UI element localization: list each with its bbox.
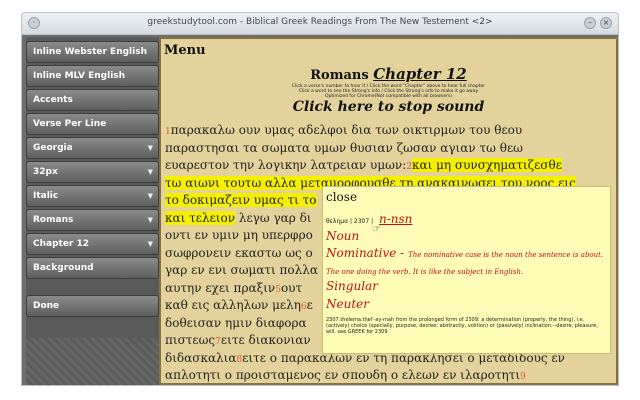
dropdown-arrow-icon: ▼ [147, 240, 153, 248]
greek-text[interactable]: δοθεισαν ημιν διαφορα [165, 316, 307, 330]
sidebar-button-accents[interactable]: Accents [26, 89, 159, 111]
stop-sound-link[interactable]: Click here to stop sound [161, 99, 616, 115]
sidebar-button-label: Done [33, 301, 60, 311]
dropdown-arrow-icon: ▼ [147, 144, 153, 152]
popup-gender: Neuter [326, 297, 369, 311]
book-name: Romans [310, 68, 369, 83]
sidebar-button-background[interactable]: Background [26, 257, 159, 279]
verse-line[interactable]: γαρ εν ενι σωματι πολλα [165, 263, 318, 277]
sidebar-background-texture [26, 338, 159, 385]
greek-text[interactable]: απλοτητι ο προισταμενος εν σπουδη ο ελεω… [165, 368, 520, 382]
greek-text[interactable]: ευαρεστον την λογικην λατρειαν υμων: [165, 158, 406, 172]
greek-text[interactable]: διδασκαλια [165, 351, 236, 365]
highlighted-text[interactable]: το δοκιμαζειν υμας τι το [165, 193, 317, 207]
sidebar: Inline Webster English Inline MLV English… [26, 37, 159, 385]
popup-word: θελημα [326, 218, 349, 225]
sidebar-button-chapter-12[interactable]: Chapter 12 ▼ [26, 233, 159, 255]
greek-text[interactable]: παραστησαι τα σωματα υμων θυσιαν ζωσαν α… [165, 141, 523, 155]
verse-number[interactable]: 9 [520, 372, 526, 382]
sidebar-button-label: Chapter 12 [33, 239, 90, 249]
verse-line[interactable]: απλοτητι ο προισταμενος εν σπουδη ο ελεω… [165, 368, 526, 382]
popup-case: Nominative - [326, 246, 409, 260]
sidebar-button-label: Romans [33, 215, 74, 225]
close-icon[interactable]: × [600, 17, 612, 29]
verse-line[interactable]: οντι εν υμιν μη υπερφρο [165, 228, 313, 242]
popup-definition: 2307.thelema.thel'-ay-mah from the prolo… [326, 317, 598, 335]
sidebar-button-romans[interactable]: Romans ▼ [26, 209, 159, 231]
strongs-popup[interactable]: close θελημα | 2307 | n-nsn Noun Nominat… [322, 186, 611, 354]
dropdown-arrow-icon: ▼ [147, 216, 153, 224]
verse-line[interactable]: αυτην εχει πραξιν5ουτ [165, 281, 302, 295]
window-title: greekstudytool.com - Biblical Greek Read… [147, 17, 493, 27]
greek-text[interactable]: ειτε διακονιαν [221, 333, 311, 347]
verse-line[interactable]: και τελειον λεγω γαρ δι [165, 210, 312, 225]
greek-text[interactable]: πιστεως [165, 333, 215, 347]
popup-parse: n-nsn [379, 212, 413, 226]
popup-case-block: Nominative - The nominative case is the … [326, 245, 606, 279]
sidebar-button-label: Verse Per Line [33, 119, 107, 129]
greek-text[interactable]: καθ εις αλληλων μελη [165, 298, 301, 312]
popup-strongs: 2307 [353, 218, 370, 225]
chapter-link[interactable]: Chapter 12 [373, 65, 467, 83]
dropdown-arrow-icon: ▼ [147, 168, 153, 176]
title-bar: · greekstudytool.com - Biblical Greek Re… [21, 12, 619, 34]
verse-line[interactable]: καθ εις αλληλων μελη6ε [165, 298, 313, 312]
popup-close[interactable]: close [326, 190, 357, 204]
greek-text[interactable]: ε [307, 298, 313, 312]
highlighted-text[interactable]: και μη συνσχηματιζεσθε [411, 158, 562, 172]
popup-pos: Noun [326, 229, 360, 243]
sidebar-button-inline-mlv-english[interactable]: Inline MLV English [26, 65, 159, 87]
popup-number: Singular [326, 279, 378, 293]
verse-line[interactable]: 1παρακαλω ουν υμας αδελφοι δια των οικτι… [165, 123, 522, 137]
sidebar-button-label: Georgia [33, 143, 73, 153]
sidebar-button-label: 32px [33, 167, 58, 177]
instructions: Click a verse's number to hear it / Clic… [161, 84, 616, 99]
verse-line[interactable]: πιστεως7ειτε διακονιαν [165, 333, 311, 347]
verse-line[interactable]: παραστησαι τα σωματα υμων θυσιαν ζωσαν α… [165, 141, 523, 155]
word-info: θελημα | 2307 | n-nsn [326, 212, 413, 226]
sidebar-button-label: Inline MLV English [33, 71, 126, 81]
greek-text[interactable]: λεγω γαρ δι [235, 211, 312, 225]
greek-text[interactable]: γαρ εν ενι σωματι πολλα [165, 263, 318, 277]
menu-label[interactable]: Menu [164, 43, 206, 58]
sidebar-button-verse-per-line[interactable]: Verse Per Line [26, 113, 159, 135]
sidebar-button-label: Background [33, 263, 94, 273]
greek-text[interactable]: παρακαλω ουν υμας αδελφοι δια των οικτιρ… [171, 123, 522, 137]
sidebar-button-italic[interactable]: Italic ▼ [26, 185, 159, 207]
sidebar-button-done[interactable]: Done [26, 295, 159, 317]
page-title: Romans Chapter 12 [161, 65, 616, 83]
minimize-icon[interactable]: – [584, 17, 596, 29]
verse-line[interactable]: το δοκιμαζειν υμας τι το [165, 193, 317, 207]
verse-line[interactable]: σωφρονειν εκαστω ως ο [165, 246, 313, 260]
greek-text[interactable]: αυτην εχει πραξιν [165, 281, 275, 295]
greek-text[interactable]: σωφρονειν εκαστω ως ο [165, 246, 313, 260]
sidebar-button-32px[interactable]: 32px ▼ [26, 161, 159, 183]
mouse-cursor-icon: ☞ [372, 224, 381, 235]
sidebar-button-georgia[interactable]: Georgia ▼ [26, 137, 159, 159]
sidebar-button-label: Inline Webster English [33, 47, 147, 57]
verse-line[interactable]: δοθεισαν ημιν διαφορα [165, 316, 307, 330]
highlighted-text[interactable]: και τελειον [165, 210, 236, 225]
sidebar-button-label: Italic [33, 191, 59, 201]
greek-text[interactable]: ουτ [281, 281, 302, 295]
browser-window: · greekstudytool.com - Biblical Greek Re… [0, 0, 640, 400]
verse-line[interactable]: ευαρεστον την λογικην λατρειαν υμων:2και… [165, 158, 562, 172]
sidebar-button-label: Accents [33, 95, 73, 105]
dropdown-arrow-icon: ▼ [147, 192, 153, 200]
greek-text[interactable]: οντι εν υμιν μη υπερφρο [165, 228, 313, 242]
sidebar-button-inline-webster-english[interactable]: Inline Webster English [26, 41, 159, 63]
